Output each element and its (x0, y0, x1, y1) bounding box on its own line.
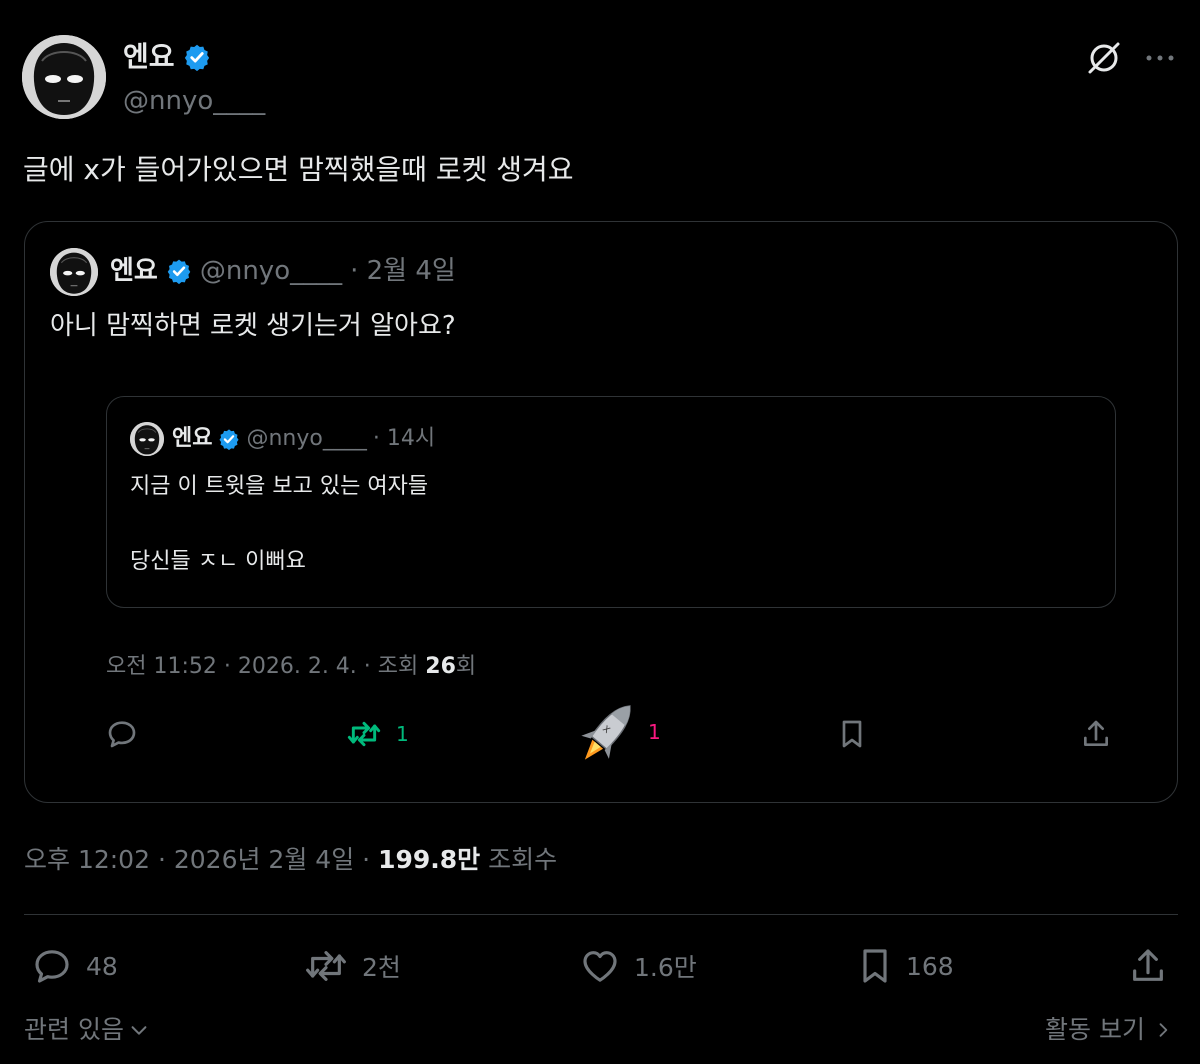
quote-date[interactable]: · 2월 4일 (350, 253, 456, 289)
retweet-icon (304, 946, 348, 986)
reply-icon (106, 718, 138, 750)
quote-meta-time: 오전 11:52 · 2026. 2. 4. · 조회 (106, 654, 426, 679)
share-icon (1128, 946, 1168, 986)
quote-header: 엔요 @nnyo____ · 2월 4일 (110, 253, 456, 289)
reply-button[interactable]: 48 (32, 946, 118, 986)
meta-separator: · (157, 845, 166, 874)
verified-badge-icon[interactable] (183, 43, 211, 71)
quote-retweet-count: 1 (396, 722, 409, 746)
like-icon (580, 946, 620, 986)
tweet-views-label: 조회수 (488, 845, 558, 874)
quote-meta-views-suffix: 회 (455, 654, 477, 679)
reply-icon (32, 946, 72, 986)
tweet-date[interactable]: 2026년 2월 4일 (174, 845, 354, 874)
author-name-row[interactable]: 엔요 (123, 40, 211, 74)
retweet-button[interactable]: 2천 (304, 946, 401, 986)
activity-label: 활동 보기 (1045, 1015, 1145, 1044)
quote-text: 아니 맘찍하면 로켓 생기는거 알아요? (50, 311, 456, 341)
share-button[interactable] (1128, 946, 1168, 986)
quote-reply-button[interactable] (106, 718, 138, 750)
nested-quote-line1: 지금 이 트윗을 보고 있는 여자들 (130, 474, 429, 499)
quote-rocket-count: 1 (648, 720, 661, 744)
nested-quote-line2: 당신들 ㅈㄴ 이뻐요 (130, 549, 306, 574)
quote-author-name[interactable]: 엔요 (110, 253, 158, 289)
verified-badge-icon (166, 258, 192, 284)
nested-quote-author-name[interactable]: 엔요 (172, 422, 212, 456)
bookmark-button[interactable]: 168 (858, 946, 954, 986)
related-label: 관련 있음 (24, 1015, 124, 1044)
tweet-time[interactable]: 오후 12:02 (24, 845, 150, 874)
divider (24, 914, 1178, 915)
bookmark-count: 168 (906, 951, 954, 981)
quote-author-avatar[interactable] (50, 248, 98, 296)
meta-separator: · (362, 845, 371, 874)
quote-share-button[interactable] (1080, 718, 1112, 750)
quote-bookmark-button[interactable] (838, 718, 866, 750)
verified-badge-icon (218, 428, 240, 450)
share-icon (1080, 718, 1112, 750)
bookmark-icon (858, 946, 892, 986)
chevron-right-icon (1153, 1019, 1173, 1041)
quote-retweet-button[interactable]: 1 (346, 718, 409, 750)
nested-quote-avatar[interactable] (130, 422, 164, 456)
activity-link[interactable]: 활동 보기 (1045, 1012, 1173, 1048)
author-avatar[interactable] (22, 35, 106, 119)
tweet-views-count: 199.8만 (378, 845, 481, 874)
rocket-icon: X (572, 694, 644, 770)
nested-quote-handle[interactable]: @nnyo____ (246, 422, 366, 456)
tweet-meta: 오후 12:02 · 2026년 2월 4일 · 199.8만 조회수 (24, 842, 557, 878)
author-handle[interactable]: @nnyo____ (123, 85, 265, 117)
related-toggle[interactable]: 관련 있음 (24, 1012, 150, 1048)
quote-meta: 오전 11:52 · 2026. 2. 4. · 조회 26회 (106, 652, 476, 682)
more-icon[interactable] (1144, 46, 1176, 70)
quote-like-button[interactable]: X 1 (572, 694, 661, 770)
tweet-text: 글에 x가 들어가있으면 맘찍했을때 로켓 생겨요 (23, 153, 574, 186)
like-button[interactable]: 1.6만 (580, 946, 697, 986)
grok-icon[interactable] (1086, 40, 1122, 76)
author-name[interactable]: 엔요 (123, 40, 175, 74)
retweet-icon (346, 718, 382, 750)
reply-count: 48 (86, 951, 118, 981)
nested-quote-header: 엔요 @nnyo____ · 14시 (172, 422, 435, 456)
nested-quote-time[interactable]: · 14시 (373, 422, 435, 456)
quote-author-handle[interactable]: @nnyo____ (200, 253, 342, 289)
quote-meta-views: 26 (425, 654, 456, 679)
retweet-count: 2천 (362, 953, 401, 982)
bookmark-icon (838, 718, 866, 750)
chevron-down-icon (128, 1019, 150, 1041)
like-count: 1.6만 (634, 953, 697, 982)
